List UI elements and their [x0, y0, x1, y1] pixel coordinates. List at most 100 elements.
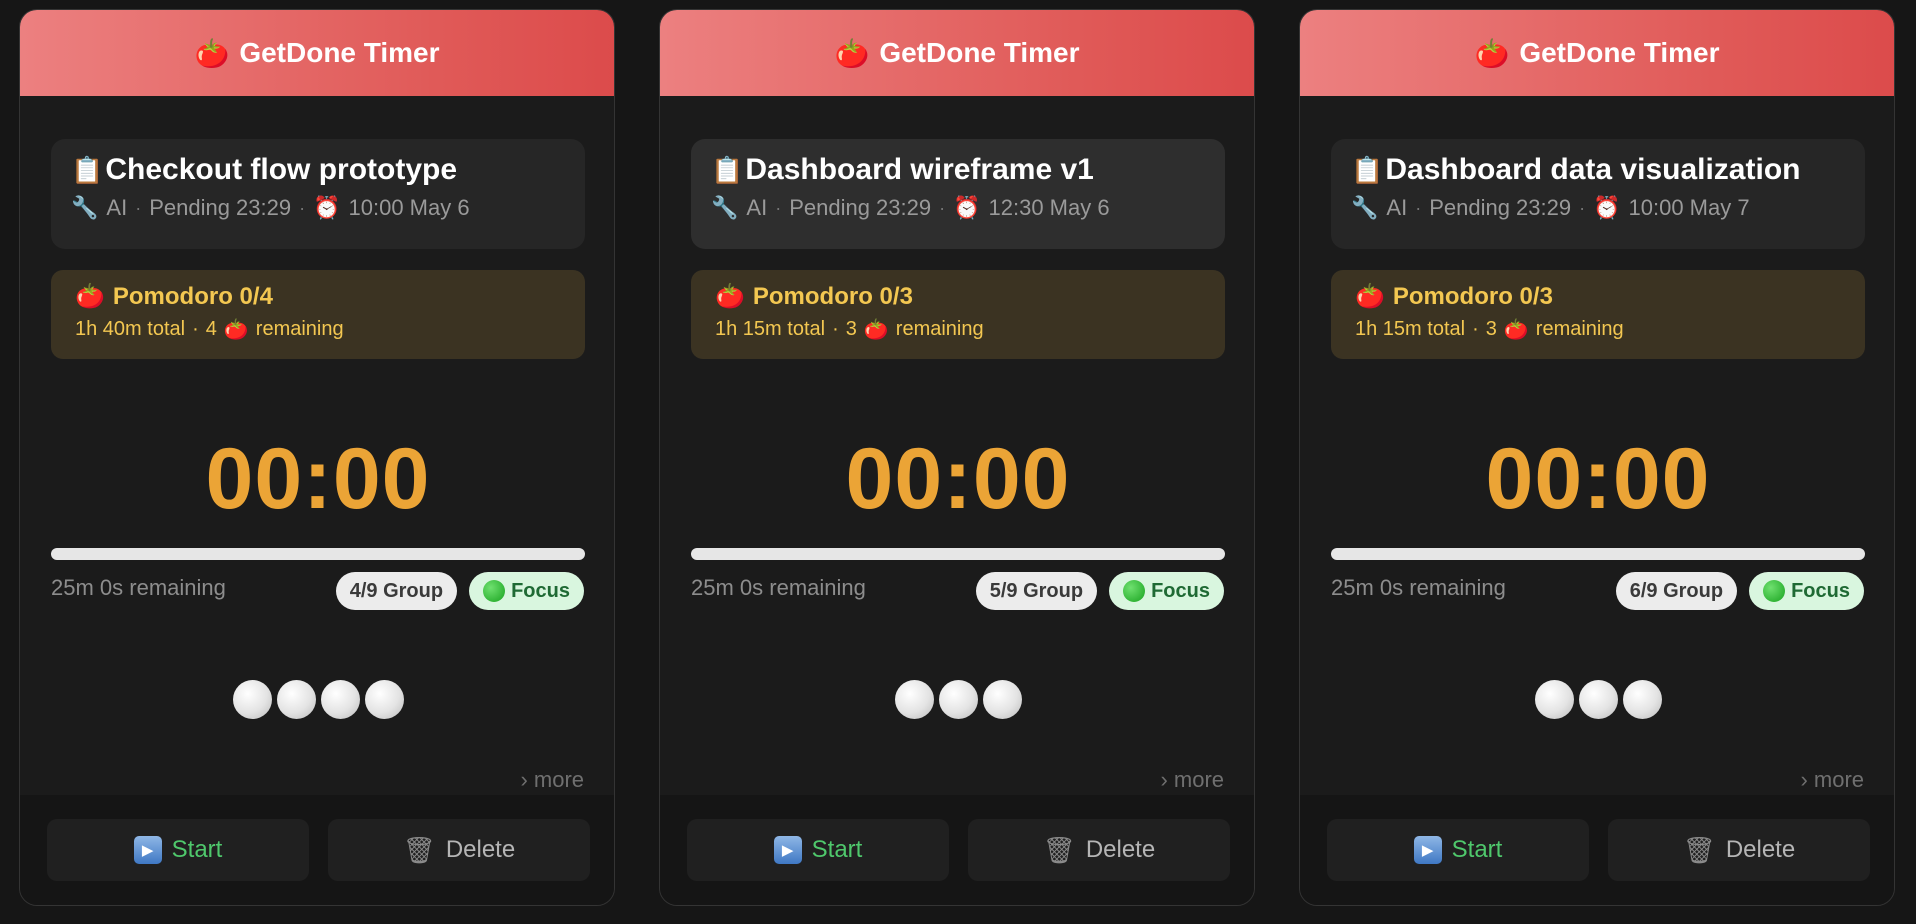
pomodoro-slot-circle — [232, 680, 272, 719]
separator-dot: · — [1415, 197, 1422, 218]
clipboard-icon: 📋 — [1351, 154, 1384, 185]
tomato-icon: 🍅 — [223, 319, 249, 341]
timer-display: 00:00 — [1485, 431, 1711, 527]
green-circle-icon — [1123, 580, 1146, 602]
pomodoro-title-row: 🍅 Pomodoro 0/4 — [75, 282, 561, 311]
more-link[interactable]: › more — [1160, 767, 1224, 793]
task-status: Pending 23:29 — [789, 195, 932, 220]
delete-button[interactable]: 🗑 Delete — [328, 819, 590, 881]
start-label: Start — [811, 836, 863, 863]
pomodoro-slot-circle — [364, 680, 404, 719]
timer-card: 🍅 GetDone Timer 📋 Dashboard wireframe v1… — [659, 9, 1255, 906]
pomodoro-slot-circle — [938, 680, 978, 719]
focus-label: Focus — [1791, 579, 1850, 602]
pomodoro-summary: 1h 15m total · 3 🍅 remaining — [1355, 317, 1841, 342]
card-header: 🍅 GetDone Timer — [1300, 10, 1894, 96]
card-footer: ▶ Start 🗑 Delete — [20, 795, 614, 905]
alarm-clock-icon: ⏰ — [1593, 195, 1621, 220]
task-due: 10:00 May 6 — [348, 195, 470, 220]
start-button[interactable]: ▶ Start — [687, 819, 949, 881]
pomodoro-title-row: 🍅 Pomodoro 0/3 — [715, 282, 1201, 311]
tomato-icon: 🍅 — [1503, 319, 1529, 341]
pomodoro-box: 🍅 Pomodoro 0/3 1h 15m total · 3 🍅 remain… — [691, 270, 1225, 359]
pomodoro-slot-circle — [894, 680, 934, 719]
group-badge: 6/9 Group — [1615, 572, 1738, 610]
pomodoro-slot-circle — [276, 680, 316, 719]
time-remaining: 25m 0s remaining — [51, 575, 226, 600]
pomodoro-summary: 1h 15m total · 3 🍅 remaining — [715, 317, 1201, 342]
tomato-icon: 🍅 — [1474, 37, 1510, 69]
clipboard-icon: 📋 — [711, 154, 744, 185]
task-meta: 🔧 AI · Pending 23:29 · ⏰ 10:00 May 7 — [1351, 195, 1845, 221]
timer-card: 🍅 GetDone Timer 📋 Dashboard data visuali… — [1299, 9, 1895, 906]
card-header: 🍅 GetDone Timer — [20, 10, 614, 96]
time-remaining: 25m 0s remaining — [691, 575, 866, 600]
pomodoro-box: 🍅 Pomodoro 0/3 1h 15m total · 3 🍅 remain… — [1331, 270, 1865, 359]
separator-dot: · — [775, 197, 782, 218]
task-box[interactable]: 📋 Dashboard wireframe v1 🔧 AI · Pending … — [691, 139, 1225, 249]
pomodoro-total: 1h 15m total — [715, 318, 826, 340]
tomato-icon: 🍅 — [715, 283, 745, 310]
pomodoro-remaining-label: remaining — [1535, 318, 1624, 340]
task-title: Dashboard wireframe v1 — [745, 153, 1094, 186]
task-source: AI — [106, 195, 128, 220]
task-title-row: 📋 Dashboard wireframe v1 — [711, 153, 1205, 187]
header-title: GetDone Timer — [239, 37, 440, 68]
tomato-icon: 🍅 — [75, 283, 105, 310]
pomodoro-slots — [20, 680, 614, 719]
separator-dot: · — [192, 318, 199, 340]
badges: 4/9 Group Focus — [335, 572, 584, 610]
separator-dot: · — [939, 197, 946, 218]
task-box[interactable]: 📋 Dashboard data visualization 🔧 AI · Pe… — [1331, 139, 1865, 249]
pomodoro-total: 1h 15m total — [1355, 318, 1466, 340]
alarm-clock-icon: ⏰ — [953, 195, 981, 220]
more-link[interactable]: › more — [1800, 767, 1864, 793]
focus-badge: Focus — [469, 572, 584, 610]
separator-dot: · — [832, 318, 839, 340]
start-button[interactable]: ▶ Start — [1327, 819, 1589, 881]
wrench-icon: 🔧 — [711, 195, 739, 220]
timer-display: 00:00 — [205, 431, 431, 527]
task-source: AI — [746, 195, 768, 220]
focus-badge: Focus — [1109, 572, 1224, 610]
separator-dot: · — [299, 197, 306, 218]
delete-button[interactable]: 🗑 Delete — [1608, 819, 1870, 881]
green-circle-icon — [1763, 580, 1786, 602]
task-status: Pending 23:29 — [149, 195, 292, 220]
pomodoro-slot-circle — [982, 680, 1022, 719]
card-footer: ▶ Start 🗑 Delete — [1300, 795, 1894, 905]
separator-dot: · — [1579, 197, 1586, 218]
pomodoro-remaining-label: remaining — [895, 318, 984, 340]
group-badge: 5/9 Group — [975, 572, 1098, 610]
play-icon: ▶ — [1413, 836, 1442, 864]
pomodoro-slot-circle — [1578, 680, 1618, 719]
task-status: Pending 23:29 — [1429, 195, 1572, 220]
badges: 5/9 Group Focus — [975, 572, 1224, 610]
pomodoro-title-row: 🍅 Pomodoro 0/3 — [1355, 282, 1841, 311]
play-icon: ▶ — [133, 836, 162, 864]
more-link[interactable]: › more — [520, 767, 584, 793]
header-title: GetDone Timer — [1519, 37, 1720, 68]
pomodoro-slots — [660, 680, 1254, 719]
start-button[interactable]: ▶ Start — [47, 819, 309, 881]
pomodoro-slot-circle — [320, 680, 360, 719]
progress-bar — [691, 548, 1225, 560]
timer-card: 🍅 GetDone Timer 📋 Checkout flow prototyp… — [19, 9, 615, 906]
delete-button[interactable]: 🗑 Delete — [968, 819, 1230, 881]
pomodoro-remaining-count: 3 — [845, 318, 857, 340]
task-title: Dashboard data visualization — [1385, 153, 1801, 186]
badges: 6/9 Group Focus — [1615, 572, 1864, 610]
pomodoro-remaining-label: remaining — [255, 318, 344, 340]
timer-display: 00:00 — [845, 431, 1071, 527]
header-title: GetDone Timer — [879, 37, 1080, 68]
task-meta: 🔧 AI · Pending 23:29 · ⏰ 10:00 May 6 — [71, 195, 565, 221]
tomato-icon: 🍅 — [863, 319, 889, 341]
focus-label: Focus — [511, 579, 570, 602]
trash-icon: 🗑 — [1042, 834, 1076, 865]
card-header: 🍅 GetDone Timer — [660, 10, 1254, 96]
green-circle-icon — [483, 580, 506, 602]
separator-dot: · — [1472, 318, 1479, 340]
task-box[interactable]: 📋 Checkout flow prototype 🔧 AI · Pending… — [51, 139, 585, 249]
pomodoro-title: Pomodoro 0/3 — [752, 282, 913, 310]
clipboard-icon: 📋 — [71, 154, 104, 185]
